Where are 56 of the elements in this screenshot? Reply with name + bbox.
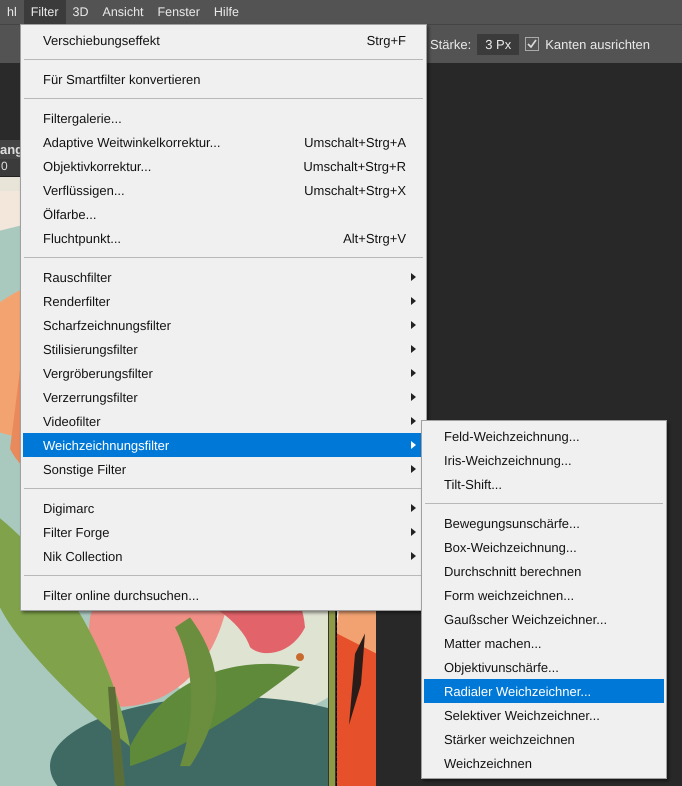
- submenu-arrow-icon: [411, 552, 416, 560]
- menu-bar-item[interactable]: Fenster: [150, 0, 207, 24]
- checkbox[interactable]: [525, 37, 540, 51]
- menu-item[interactable]: Videofilter: [23, 409, 424, 433]
- menu-item[interactable]: Weichzeichnungsfilter: [23, 433, 424, 457]
- menu-item[interactable]: Bewegungsunschärfe...: [424, 511, 664, 535]
- menu-item[interactable]: Für Smartfilter konvertieren: [23, 67, 424, 91]
- menu-item[interactable]: Filter online durchsuchen...: [23, 583, 424, 607]
- menu-item[interactable]: Filter Forge: [23, 520, 424, 544]
- submenu-arrow-icon: [411, 528, 416, 536]
- submenu-arrow-icon: [411, 465, 416, 473]
- menu-item[interactable]: Durchschnitt berechnen: [424, 559, 664, 583]
- menu-item[interactable]: Verflüssigen... Umschalt+Strg+X: [23, 178, 424, 202]
- menu-item[interactable]: Rauschfilter: [23, 265, 424, 289]
- menu-item[interactable]: Objektivunschärfe...: [424, 655, 664, 679]
- menu-bar-item[interactable]: Ansicht: [96, 0, 150, 24]
- strength-label: Stärke:: [430, 36, 472, 52]
- menu-item[interactable]: Radialer Weichzeichner...: [424, 679, 664, 703]
- menu-item[interactable]: Verzerrungsfilter: [23, 385, 424, 409]
- menu-item[interactable]: Ölfarbe...: [23, 202, 424, 226]
- menu-item[interactable]: Tilt-Shift...: [424, 472, 664, 496]
- submenu-arrow-icon: [411, 393, 416, 401]
- menu-item[interactable]: Matter machen...: [424, 631, 664, 655]
- submenu-arrow-icon: [411, 321, 416, 329]
- menu-item[interactable]: Digimarc: [23, 496, 424, 520]
- submenu-arrow-icon: [411, 297, 416, 305]
- menu-item[interactable]: Weichzeichnen: [424, 751, 664, 775]
- submenu-arrow-icon: [411, 345, 416, 353]
- menu-bar-item[interactable]: hl: [0, 0, 24, 24]
- menu-item[interactable]: Gaußscher Weichzeichner...: [424, 607, 664, 631]
- menu-bar-item[interactable]: 3D: [66, 0, 96, 24]
- checkbox-label: Kanten ausrichten: [545, 36, 650, 52]
- menu-item[interactable]: Fluchtpunkt... Alt+Strg+V: [23, 226, 424, 250]
- menu-bar-item[interactable]: Filter: [24, 0, 66, 24]
- submenu-arrow-icon: [411, 417, 416, 425]
- menu-item[interactable]: Scharfzeichnungsfilter: [23, 313, 424, 337]
- menu-item[interactable]: Filtergalerie...: [23, 106, 424, 130]
- submenu-arrow-icon: [411, 369, 416, 377]
- menu-item[interactable]: Iris-Weichzeichnung...: [424, 448, 664, 472]
- menu-item[interactable]: Nik Collection: [23, 544, 424, 568]
- menu-item[interactable]: Sonstige Filter: [23, 457, 424, 481]
- menu-item[interactable]: Selektiver Weichzeichner...: [424, 703, 664, 727]
- menu-item[interactable]: Stilisierungsfilter: [23, 337, 424, 361]
- strength-field[interactable]: 3 Px: [477, 34, 520, 54]
- menu-item[interactable]: Stärker weichzeichnen: [424, 727, 664, 751]
- menu-bar-item[interactable]: Hilfe: [206, 0, 246, 24]
- menu-item[interactable]: Box-Weichzeichnung...: [424, 535, 664, 559]
- submenu-arrow-icon: [411, 504, 416, 512]
- menu-item[interactable]: Form weichzeichnen...: [424, 583, 664, 607]
- menu-item[interactable]: Vergröberungsfilter: [23, 361, 424, 385]
- menu-item[interactable]: Verschiebungseffekt Strg+F: [23, 28, 424, 52]
- submenu-arrow-icon: [411, 273, 416, 281]
- menu-item[interactable]: Feld-Weichzeichnung...: [424, 424, 664, 448]
- menu-item[interactable]: Adaptive Weitwinkelkorrektur... Umschalt+Strg+A: [23, 130, 424, 154]
- submenu-arrow-icon: [411, 441, 416, 449]
- menu-item[interactable]: Renderfilter: [23, 289, 424, 313]
